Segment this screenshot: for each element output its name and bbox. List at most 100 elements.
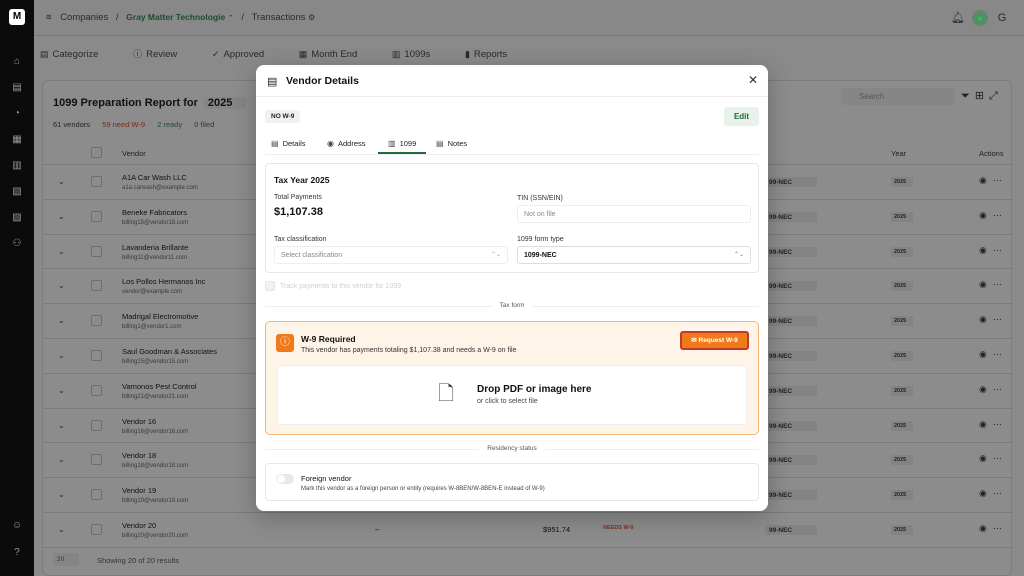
row-checkbox[interactable] bbox=[91, 454, 102, 466]
bank-icon[interactable]: ▥ bbox=[11, 160, 23, 172]
row-checkbox[interactable] bbox=[91, 280, 102, 292]
chevron-down-icon[interactable]: ⌄ bbox=[58, 247, 65, 256]
chevron-down-icon[interactable]: ⌄ bbox=[58, 281, 65, 290]
tax-classification-select[interactable]: Select classification ⌃⌄ bbox=[274, 246, 508, 264]
more-icon[interactable]: ⋯ bbox=[993, 419, 1002, 429]
home-icon[interactable]: ⌂ bbox=[11, 56, 23, 68]
chevron-down-icon[interactable]: ⌄ bbox=[58, 316, 65, 325]
chevron-down-icon[interactable]: ⌄ bbox=[58, 421, 65, 430]
help-icon[interactable]: ? bbox=[11, 547, 23, 559]
ledger-icon[interactable]: ▦ bbox=[11, 134, 23, 146]
form-type-select[interactable]: 1099-NEC ⌃⌄ bbox=[517, 246, 751, 264]
form-type-badge: 99-NEC bbox=[765, 420, 817, 431]
more-icon[interactable]: ⋯ bbox=[993, 384, 1002, 394]
bell-icon[interactable]: 🔔︎ bbox=[950, 10, 966, 26]
more-icon[interactable]: ⋯ bbox=[993, 175, 1002, 185]
more-icon[interactable]: ⋯ bbox=[993, 523, 1002, 533]
row-checkbox[interactable] bbox=[91, 350, 102, 361]
row-checkbox[interactable] bbox=[91, 419, 102, 431]
view-icon[interactable]: ◉ bbox=[979, 384, 987, 394]
more-icon[interactable]: ⋯ bbox=[993, 488, 1002, 498]
row-checkbox[interactable] bbox=[91, 489, 102, 501]
tab-review[interactable]: ⓘ Review bbox=[133, 49, 193, 60]
view-icon[interactable]: ◉ bbox=[979, 523, 987, 533]
bar-chart-icon: ▮ bbox=[464, 49, 470, 59]
row-checkbox[interactable] bbox=[91, 315, 102, 327]
row-checkbox[interactable] bbox=[91, 210, 102, 222]
menu-icon[interactable]: ≡ bbox=[46, 12, 52, 23]
more-icon[interactable]: ⋯ bbox=[993, 314, 1002, 324]
chevron-down-icon[interactable]: ⌄ bbox=[58, 490, 65, 499]
tab-categorize[interactable]: ▤ Categorize bbox=[40, 49, 114, 60]
row-checkbox[interactable] bbox=[91, 245, 102, 257]
tab-address[interactable]: ◉ Address bbox=[327, 139, 366, 148]
chevron-down-icon[interactable]: ⌄ bbox=[58, 351, 65, 360]
tab-approved[interactable]: ✓ Approved bbox=[212, 49, 280, 60]
track-1099-checkbox[interactable]: Track payments to this vendor for 1099 bbox=[265, 281, 401, 291]
select-all-checkbox[interactable] bbox=[91, 147, 102, 158]
crumb-company[interactable]: Gray Matter Technologie bbox=[126, 12, 225, 22]
tab-notes[interactable]: ▤ Notes bbox=[436, 139, 467, 148]
crumb-transactions[interactable]: Transactions bbox=[251, 12, 305, 23]
account-icon[interactable]: ● bbox=[972, 10, 988, 26]
row-checkbox[interactable] bbox=[91, 524, 102, 535]
chevron-updown-icon[interactable]: ⌃ bbox=[228, 15, 234, 22]
request-w9-button[interactable]: ✉ Request W-9 bbox=[680, 331, 749, 350]
payment-amount: $951.74 bbox=[543, 525, 571, 534]
more-icon[interactable]: ⋯ bbox=[993, 349, 1002, 359]
tab-1099s[interactable]: ▥ 1099s bbox=[392, 49, 446, 60]
year-badge: 2025 bbox=[891, 177, 913, 187]
crumb-companies[interactable]: Companies bbox=[60, 12, 108, 23]
gauge-icon[interactable]: ◔ bbox=[11, 108, 23, 120]
profile-icon[interactable]: ☺ bbox=[11, 520, 23, 532]
chevron-down-icon[interactable]: ⌄ bbox=[58, 386, 65, 395]
tab-1099[interactable]: ▥ 1099 bbox=[377, 139, 427, 154]
row-checkbox[interactable] bbox=[91, 384, 102, 396]
vendor-name: A1A Car Wash LLC bbox=[122, 173, 187, 182]
tab-reports[interactable]: ▮ Reports bbox=[465, 49, 523, 60]
users-icon[interactable]: ⚇ bbox=[11, 238, 23, 250]
col-year[interactable]: Year bbox=[891, 149, 906, 158]
receipt-icon[interactable]: ▤ bbox=[11, 82, 23, 94]
expand-icon[interactable]: ⤢ bbox=[989, 90, 998, 102]
chevron-down-icon[interactable]: ⌄ bbox=[58, 525, 65, 534]
view-icon[interactable]: ◉ bbox=[979, 314, 987, 324]
document-icon[interactable]: ▧ bbox=[11, 186, 23, 198]
chevron-down-icon[interactable]: ⌄ bbox=[58, 212, 65, 221]
view-icon[interactable]: ◉ bbox=[979, 488, 987, 498]
tin-field[interactable]: Not on file bbox=[517, 205, 751, 223]
more-icon[interactable]: ⋯ bbox=[993, 279, 1002, 289]
search-input[interactable]: Search bbox=[841, 88, 955, 105]
view-icon[interactable]: ◉ bbox=[979, 349, 987, 359]
chevron-down-icon[interactable]: ⌄ bbox=[58, 455, 65, 464]
view-icon[interactable]: ◉ bbox=[979, 245, 987, 255]
more-icon[interactable]: ⋯ bbox=[993, 453, 1002, 463]
view-icon[interactable]: ◉ bbox=[979, 419, 987, 429]
per-page-select[interactable]: 20 bbox=[53, 553, 79, 566]
tab-details[interactable]: ▤ Details bbox=[271, 139, 306, 148]
google-icon[interactable]: G bbox=[994, 10, 1010, 26]
columns-icon[interactable]: ⊞ bbox=[975, 90, 984, 102]
close-icon[interactable]: ✕ bbox=[748, 73, 758, 87]
file-dropzone[interactable]: 🗋 Drop PDF or image here or click to sel… bbox=[277, 365, 747, 425]
more-icon[interactable]: ⋯ bbox=[993, 245, 1002, 255]
year-badge: 2025 bbox=[891, 385, 913, 396]
total-payments-value: $1,107.38 bbox=[274, 206, 323, 218]
edit-button[interactable]: Edit bbox=[724, 107, 759, 126]
tab-month-end[interactable]: ▦ Month End bbox=[299, 49, 373, 60]
checkbox-box[interactable] bbox=[265, 281, 275, 291]
row-checkbox[interactable] bbox=[91, 176, 102, 187]
more-icon[interactable]: ⋯ bbox=[993, 210, 1002, 220]
col-vendor[interactable]: Vendor bbox=[122, 149, 146, 158]
view-icon[interactable]: ◉ bbox=[979, 453, 987, 463]
filter-icon[interactable]: ⏷ bbox=[961, 90, 970, 102]
view-icon[interactable]: ◉ bbox=[979, 279, 987, 289]
settings-icon[interactable]: ⚙ bbox=[308, 13, 315, 22]
view-icon[interactable]: ◉ bbox=[979, 175, 987, 185]
foreign-vendor-toggle[interactable] bbox=[276, 474, 294, 484]
year-select[interactable]: 2025 bbox=[203, 97, 247, 109]
app-logo[interactable]: M bbox=[9, 9, 25, 25]
chevron-down-icon[interactable]: ⌄ bbox=[58, 177, 65, 186]
view-icon[interactable]: ◉ bbox=[979, 210, 987, 220]
file-icon[interactable]: ▨ bbox=[11, 212, 23, 224]
